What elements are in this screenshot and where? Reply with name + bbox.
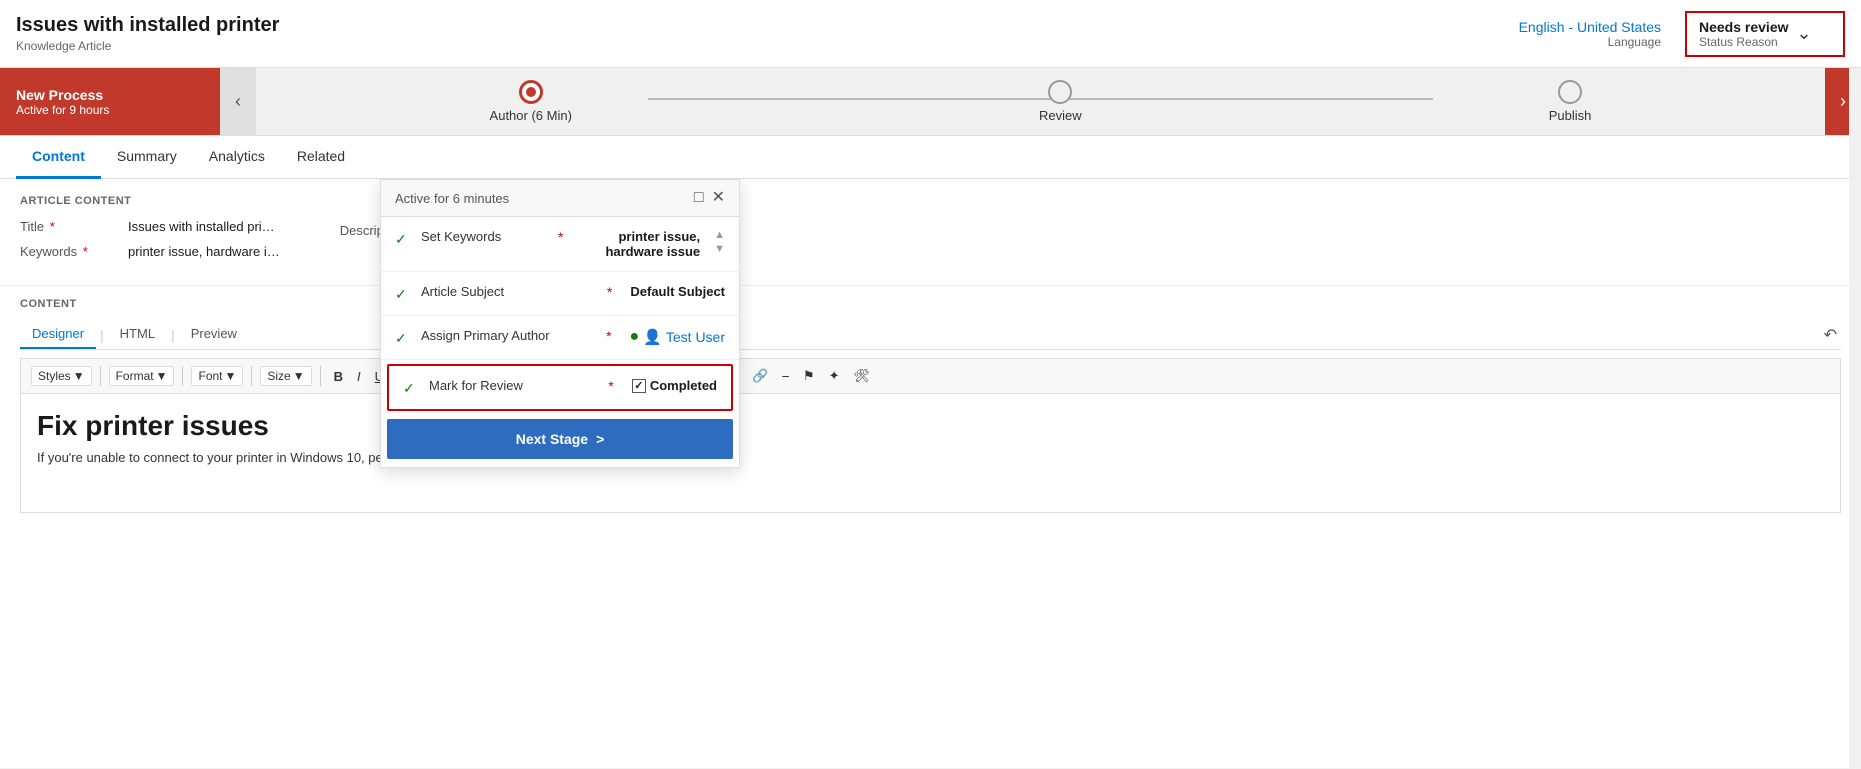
main-content: ARTICLE CONTENT Title * Issues with inst… <box>0 179 1861 768</box>
process-stage-label: New Process Active for 9 hours <box>0 68 220 135</box>
step-keywords-value2: hardware issue <box>605 244 700 259</box>
tab-content[interactable]: Content <box>16 136 101 179</box>
step-subject-check-icon: ✓ <box>395 286 411 303</box>
popup-overlay: Active for 6 minutes □ ✕ ✓ Set Keywords … <box>0 179 1861 768</box>
step-author-required-star: * <box>606 328 611 344</box>
scroll-up-icon[interactable]: ▲ <box>714 229 725 241</box>
popup: Active for 6 minutes □ ✕ ✓ Set Keywords … <box>380 179 740 468</box>
next-stage-label: Next Stage <box>516 431 588 447</box>
popup-actions: □ ✕ <box>694 190 725 206</box>
tab-analytics[interactable]: Analytics <box>193 136 281 179</box>
step-review-label: Mark for Review <box>429 378 590 393</box>
completed-label: Completed <box>650 378 717 393</box>
popup-close-button[interactable]: ✕ <box>712 190 725 206</box>
step-keywords-required-star: * <box>558 229 563 245</box>
completed-checkbox[interactable]: ✓ <box>632 379 646 393</box>
stage-author-label: Author (6 Min) <box>490 108 572 123</box>
step-subject-label: Article Subject <box>421 284 589 299</box>
process-bar: New Process Active for 9 hours ‹ Author … <box>0 68 1861 136</box>
stage-publish-label: Publish <box>1549 108 1592 123</box>
step-subject-value: Default Subject <box>630 284 725 299</box>
process-stage-time: Active for 9 hours <box>16 103 204 117</box>
stage-review-label: Review <box>1039 108 1082 123</box>
stage-author[interactable]: Author (6 Min) <box>490 80 572 123</box>
step-keywords-check-icon: ✓ <box>395 231 411 248</box>
next-stage-chevron-icon: > <box>596 431 604 447</box>
stage-publish-circle <box>1558 80 1582 104</box>
next-stage-button[interactable]: Next Stage > <box>387 419 733 459</box>
popup-step-mark-review-wrapper: ✓ Mark for Review * ✓ Completed <box>387 364 733 411</box>
popup-step-mark-review: ✓ Mark for Review * ✓ Completed <box>389 366 731 409</box>
stage-review[interactable]: Review <box>1039 80 1082 123</box>
step-keywords-label: Set Keywords <box>421 229 540 244</box>
article-title: Issues with installed printer <box>16 14 279 37</box>
tab-summary[interactable]: Summary <box>101 136 193 179</box>
step-author-label: Assign Primary Author <box>421 328 588 343</box>
step-subject-required-star: * <box>607 284 612 300</box>
popup-title: Active for 6 minutes <box>395 191 509 206</box>
tab-related[interactable]: Related <box>281 136 361 179</box>
step-author-check-icon: ✓ <box>395 330 411 347</box>
status-chevron-down-icon[interactable]: ⌄ <box>1797 23 1812 44</box>
stage-author-circle <box>519 80 543 104</box>
article-subtitle: Knowledge Article <box>16 39 279 53</box>
step-keywords-value: printer issue, <box>618 229 700 244</box>
process-stage-name: New Process <box>16 87 204 103</box>
author-user-name[interactable]: Test User <box>666 329 725 345</box>
stages-track: Author (6 Min) Review Publish <box>256 68 1825 135</box>
language-value[interactable]: English - United States <box>1519 19 1661 35</box>
step-review-check-icon: ✓ <box>403 380 419 397</box>
step-review-value[interactable]: ✓ Completed <box>632 378 717 393</box>
status-value: Needs review <box>1699 19 1789 35</box>
popup-body: ✓ Set Keywords * printer issue, hardware… <box>381 217 739 459</box>
popup-step-keywords: ✓ Set Keywords * printer issue, hardware… <box>381 217 739 272</box>
tabs-bar: Content Summary Analytics Related <box>0 136 1861 179</box>
process-prev-button[interactable]: ‹ <box>220 68 256 135</box>
scroll-down-icon[interactable]: ▼ <box>714 243 725 255</box>
stage-review-circle <box>1048 80 1072 104</box>
author-user-icon: 👤 <box>643 328 662 346</box>
header-left: Issues with installed printer Knowledge … <box>16 14 279 53</box>
status-reason-box[interactable]: Needs review Status Reason ⌄ <box>1685 11 1845 57</box>
popup-expand-button[interactable]: □ <box>694 190 704 206</box>
app-header: Issues with installed printer Knowledge … <box>0 0 1861 68</box>
status-label: Status Reason <box>1699 35 1789 49</box>
popup-step-author: ✓ Assign Primary Author * ● 👤 Test User <box>381 316 739 360</box>
step-review-required-star: * <box>608 378 613 394</box>
header-right: English - United States Language Needs r… <box>1519 11 1845 57</box>
author-status-dot: ● <box>630 328 640 346</box>
popup-step-subject: ✓ Article Subject * Default Subject <box>381 272 739 316</box>
language-section[interactable]: English - United States Language <box>1519 19 1661 49</box>
status-reason-text: Needs review Status Reason <box>1699 19 1789 49</box>
popup-header: Active for 6 minutes □ ✕ <box>381 180 739 217</box>
language-label: Language <box>1519 35 1661 49</box>
step-author-value: ● 👤 Test User <box>630 328 725 346</box>
stage-publish[interactable]: Publish <box>1549 80 1592 123</box>
